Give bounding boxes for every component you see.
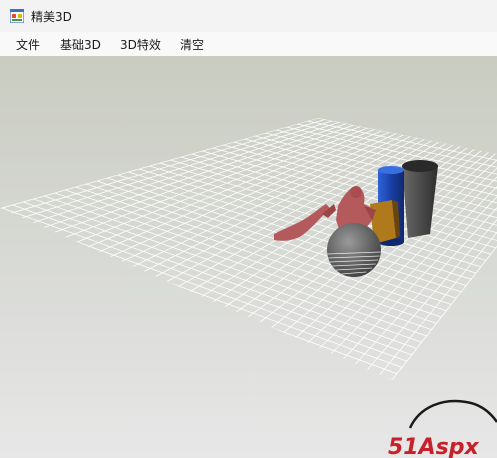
- 3d-viewport[interactable]: 51Aspx: [0, 56, 497, 458]
- menu-clear[interactable]: 清空: [180, 36, 204, 53]
- menu-file[interactable]: 文件: [16, 36, 40, 53]
- floor-grid: [0, 118, 497, 380]
- title-bar: 精美3D: [0, 0, 497, 32]
- menu-bar: 文件 基础3D 3D特效 清空: [0, 32, 497, 57]
- window-title: 精美3D: [31, 10, 72, 24]
- watermark-text: 51Aspx: [388, 435, 479, 458]
- menu-basic-3d[interactable]: 基础3D: [60, 36, 101, 53]
- 3d-scene: 51Aspx: [0, 118, 497, 458]
- gray-cylinder: [402, 160, 438, 238]
- menu-3d-effects[interactable]: 3D特效: [120, 36, 161, 53]
- app-window-icon: [10, 9, 24, 23]
- 51aspx-watermark: 51Aspx: [388, 399, 497, 458]
